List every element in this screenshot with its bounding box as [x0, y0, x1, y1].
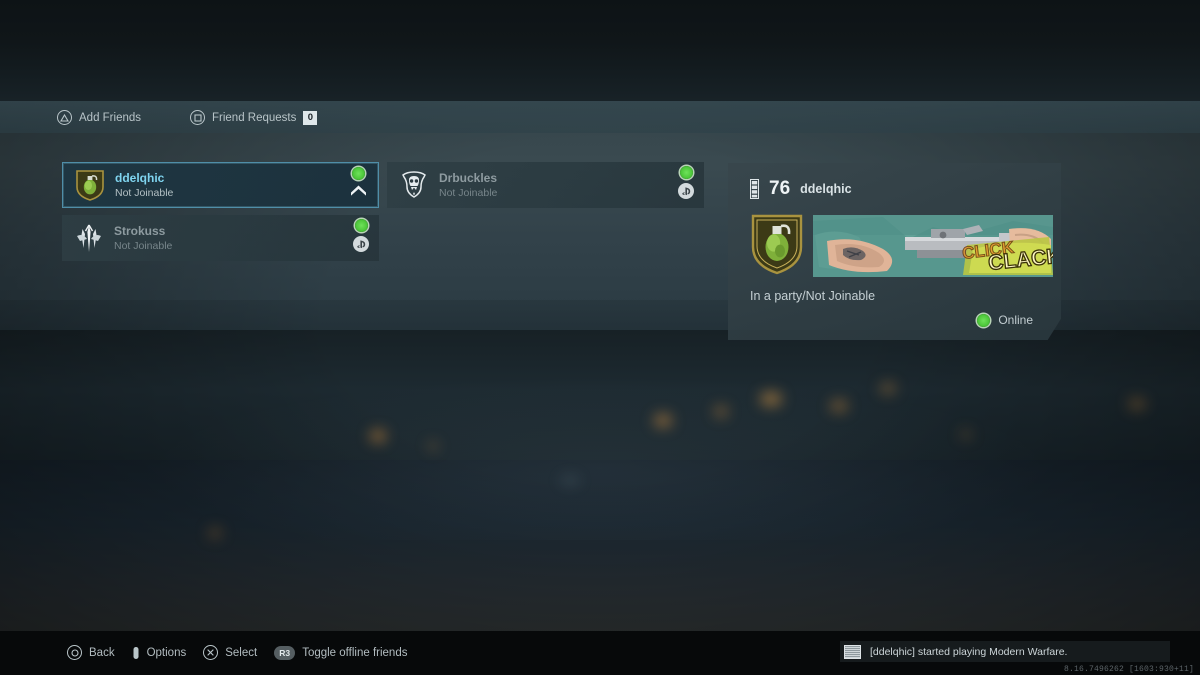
presence-dot-icon	[679, 166, 693, 179]
triangle-button-icon	[57, 110, 72, 125]
friend-row-indicators	[353, 219, 369, 252]
detail-header: 76 ddelqhic	[750, 178, 852, 200]
detail-level: 76	[769, 178, 791, 199]
friend-name-block: Strokuss Not Joinable	[114, 224, 379, 253]
chevron-platform-icon	[351, 185, 366, 196]
hint-back-label: Back	[89, 646, 115, 659]
add-friends-label: Add Friends	[79, 111, 142, 124]
hint-select[interactable]: Select	[203, 645, 257, 660]
friend-name: Strokuss	[114, 223, 166, 238]
tab-bar	[0, 68, 1200, 101]
friend-name-block: ddelqhic Not Joinable	[115, 171, 378, 200]
friend-name-block: Drbuckles Not Joinable	[439, 171, 704, 200]
friend-row-indicators	[349, 167, 368, 197]
friend-row-drbuckles[interactable]: Drbuckles Not Joinable	[387, 162, 704, 208]
friends-column-right: Drbuckles Not Joinable	[387, 162, 704, 215]
cross-button-icon	[203, 645, 219, 660]
skull-shield-emblem	[402, 171, 426, 198]
friend-status: Not Joinable	[114, 239, 173, 252]
shotgun-clack-artwork: CLICK CLACK!	[813, 215, 1053, 277]
hint-options[interactable]: Options	[132, 646, 187, 660]
r3-stick-button-icon: R3	[274, 645, 296, 660]
winged-arrows-emblem	[77, 224, 101, 252]
friend-requests-button[interactable]: Friend Requests 0	[190, 110, 318, 125]
friend-row-strokuss[interactable]: Strokuss Not Joinable	[62, 215, 379, 261]
friend-status: Not Joinable	[115, 186, 174, 199]
hint-toggle-offline[interactable]: R3 Toggle offline friends	[274, 645, 408, 660]
friend-name: Drbuckles	[439, 170, 498, 185]
activity-toast: [ddelqhic] started playing Modern Warfar…	[840, 641, 1170, 662]
friend-requests-label: Friend Requests	[212, 111, 297, 124]
add-friends-button[interactable]: Add Friends	[57, 110, 141, 125]
build-version: 8.16.7496262 [1603:930+11]	[1063, 665, 1194, 674]
grenade-shield-emblem	[751, 214, 803, 275]
hint-options-label: Options	[146, 646, 187, 659]
friend-name: ddelqhic	[115, 170, 165, 185]
rank-bar-icon	[750, 179, 759, 199]
friends-column-left: ddelqhic Not Joinable Strokuss Not Joina…	[62, 162, 379, 268]
friend-row-indicators	[678, 166, 694, 199]
playstation-platform-icon	[353, 236, 369, 252]
playstation-platform-icon	[678, 183, 694, 199]
options-button-icon	[133, 646, 139, 659]
friend-requests-count: 0	[303, 110, 318, 125]
friend-detail-panel: 76 ddelqhic CLICK CLACK! In a party/Not …	[728, 163, 1061, 340]
presence-dot-icon	[354, 219, 368, 232]
controller-hints: Back Options Select R3 Toggle offline fr…	[67, 645, 407, 660]
friend-row-ddelqhic[interactable]: ddelqhic Not Joinable	[62, 162, 379, 208]
detail-username: ddelqhic	[800, 182, 852, 196]
square-button-icon	[190, 110, 205, 125]
activity-toast-message: [ddelqhic] started playing Modern Warfar…	[870, 645, 1068, 658]
grid-thumbnail-icon	[844, 644, 861, 659]
presence-dot-icon	[352, 167, 365, 180]
detail-party-status: In a party/Not Joinable	[750, 289, 876, 303]
hint-toggle-offline-label: Toggle offline friends	[302, 646, 408, 659]
grenade-shield-emblem	[76, 170, 104, 201]
circle-button-icon	[67, 645, 82, 660]
detail-presence-label: Online	[998, 313, 1033, 327]
detail-presence: Online	[977, 313, 1033, 327]
hint-select-label: Select	[225, 646, 258, 659]
top-header-bar	[0, 0, 1200, 68]
presence-dot-icon	[977, 313, 991, 327]
friend-status: Not Joinable	[439, 186, 498, 199]
calling-card-image: CLICK CLACK!	[813, 215, 1053, 277]
action-bar	[0, 101, 1200, 133]
hint-back[interactable]: Back	[67, 645, 115, 660]
